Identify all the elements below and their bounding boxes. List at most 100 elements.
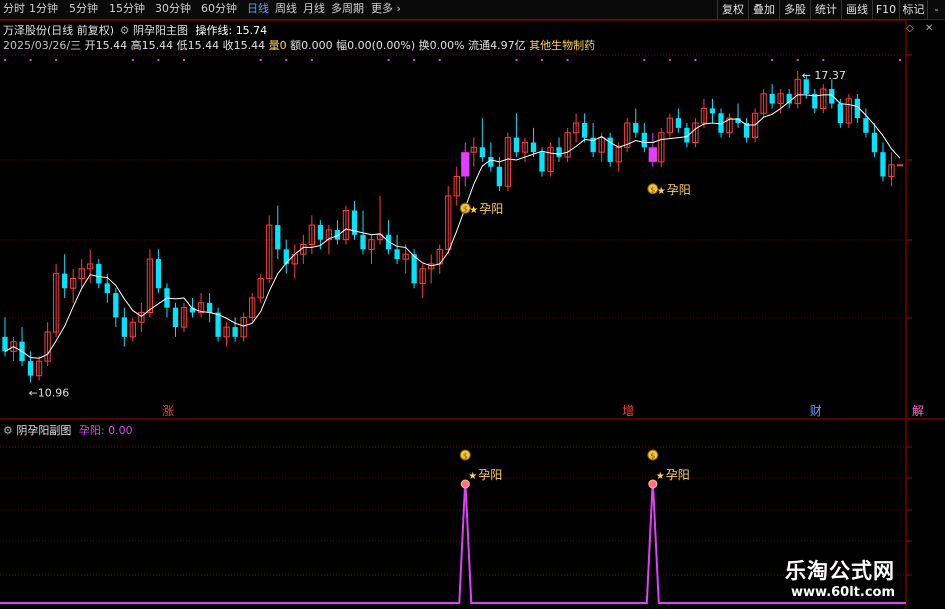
top-marker-6 <box>55 59 58 61</box>
top-marker-45 <box>387 59 390 61</box>
diamond-icon[interactable]: ◇ <box>906 23 914 34</box>
sub-star-icon-1: ★ <box>656 471 665 482</box>
candle-body-103[interactable] <box>880 152 886 177</box>
operation-line-value: 15.74 <box>235 24 268 37</box>
sub-money-bag-symbol-1: $ <box>650 452 655 461</box>
top-marker-90 <box>771 59 774 61</box>
candle-body-25[interactable] <box>215 312 221 337</box>
sub-chart-value: 孕阳: 0.00 <box>78 424 133 437</box>
money-bag-symbol-0: $ <box>463 205 468 214</box>
candle-body-20[interactable] <box>172 307 179 328</box>
indicator-name[interactable]: 阴孕阳主图 <box>133 24 188 37</box>
top-marker-30 <box>259 59 262 61</box>
top-marker-33 <box>285 59 288 61</box>
close-icon[interactable]: ✕ <box>925 23 933 34</box>
event-marker-0: 涨 <box>162 403 174 418</box>
event-marker-2: 财 <box>810 404 822 418</box>
candle-body-60[interactable] <box>513 137 520 153</box>
candle-body-18[interactable] <box>155 259 162 289</box>
signal-label-0: 孕阳 <box>479 202 503 216</box>
top-marker-60 <box>515 59 518 61</box>
top-marker-21 <box>183 59 185 61</box>
candle-body-54[interactable] <box>461 152 470 177</box>
candle-body-102[interactable] <box>871 132 878 153</box>
candle-body-58[interactable] <box>496 166 503 187</box>
top-marker-96 <box>822 59 825 61</box>
bar-amount: 额0.000 <box>290 39 333 52</box>
top-marker-18 <box>157 59 160 61</box>
top-marker-75 <box>643 59 646 61</box>
candle-body-3[interactable] <box>27 361 34 376</box>
bar-close: 收15.44 <box>222 39 266 52</box>
candle-body-42[interactable] <box>360 234 366 250</box>
candle-body-12[interactable] <box>104 283 110 294</box>
ma-line <box>4 94 901 359</box>
candle-body-90[interactable] <box>769 93 775 104</box>
bar-turnover: 换0.00% <box>418 39 465 52</box>
candle-body-46[interactable] <box>394 249 400 260</box>
top-marker-51 <box>438 59 441 61</box>
candle-body-14[interactable] <box>121 317 127 337</box>
sub-star-icon-0: ★ <box>468 471 477 482</box>
candle-body-24[interactable] <box>206 302 213 313</box>
candle-body-62[interactable] <box>530 142 537 153</box>
bar-float: 流通4.97亿 <box>468 39 526 52</box>
bar-low: 低15.44 <box>176 39 220 52</box>
industry-link[interactable]: 其他生物制药 <box>529 39 595 52</box>
candle-body-27[interactable] <box>232 327 238 337</box>
event-marker-3: 解 <box>912 404 924 418</box>
sub-money-bag-symbol-0: $ <box>463 452 468 461</box>
candle-body-75[interactable] <box>641 132 647 148</box>
indicator-gear-icon[interactable]: ⚙ <box>120 24 130 37</box>
candle-body-68[interactable] <box>581 123 588 138</box>
kline-chart[interactable]: ← 17.37←10.96$ ★ 孕阳$ ★ 孕阳涨增财解$★ 孕阳$★ 孕阳 <box>0 0 945 609</box>
candle-body-105[interactable] <box>896 164 904 167</box>
low-price-label: ←10.96 <box>29 387 70 400</box>
header-line-2: 2025/03/26/三 开15.44 高15.44 低15.44 收15.44… <box>3 37 595 53</box>
star-icon-1: ★ <box>657 186 666 197</box>
sub-chart-title[interactable]: 阴孕阳副图 <box>16 424 71 437</box>
top-marker-0 <box>4 59 6 61</box>
top-marker-15 <box>131 59 134 61</box>
header-line-1: 万泽股份(日线 前复权) ⚙ 阴孕阳主图 操作线: 15.74 <box>3 22 267 38</box>
candle-body-74[interactable] <box>633 123 639 133</box>
stock-name: 万泽股份(日线 前复权) <box>3 24 115 37</box>
sub-signal-label-1: 孕阳 <box>666 468 690 482</box>
candle-body-98[interactable] <box>837 103 843 124</box>
top-marker-78 <box>668 59 671 61</box>
candle-body-83[interactable] <box>709 108 716 114</box>
candle-body-56[interactable] <box>479 147 485 158</box>
sub-gear-icon[interactable]: ⚙ <box>3 424 13 437</box>
watermark-title: 乐淘公式网 <box>785 559 895 583</box>
candle-body-37[interactable] <box>317 225 324 240</box>
bar-high: 高15.44 <box>130 39 174 52</box>
top-marker-48 <box>413 59 416 61</box>
top-marker-81 <box>694 59 697 61</box>
candle-body-11[interactable] <box>96 263 102 284</box>
star-icon-0: ★ <box>469 205 478 216</box>
candle-body-63[interactable] <box>539 152 545 172</box>
candle-body-57[interactable] <box>488 157 494 167</box>
top-marker-93 <box>796 59 799 61</box>
high-price-label: ← 17.37 <box>802 69 846 82</box>
candle-body-0[interactable] <box>2 336 8 352</box>
candle-body-65[interactable] <box>556 147 562 158</box>
bar-open: 开15.44 <box>84 39 128 52</box>
candle-body-76[interactable] <box>648 147 657 162</box>
candle-body-101[interactable] <box>863 118 869 133</box>
candle-body-79[interactable] <box>675 118 682 128</box>
candle-body-7[interactable] <box>62 273 68 289</box>
signal-label-1: 孕阳 <box>667 183 691 197</box>
watermark: 乐淘公式网 www.60lt.com <box>785 555 895 600</box>
money-bag-symbol-1: $ <box>650 185 655 194</box>
bar-date: 2025/03/26/三 <box>3 39 82 52</box>
event-marker-1: 增 <box>622 404 634 418</box>
candle-body-13[interactable] <box>113 293 119 318</box>
operation-line-label: 操作线: <box>195 24 233 37</box>
watermark-url: www.60lt.com <box>791 585 896 600</box>
sub-chart-header: ⚙ 阴孕阳副图 孕阳: 0.00 <box>3 422 133 438</box>
candle-body-48[interactable] <box>411 254 417 284</box>
bar-change: 幅0.00(0.00%) <box>336 39 416 52</box>
top-marker-63 <box>541 59 543 61</box>
candle-body-32[interactable] <box>275 225 281 250</box>
